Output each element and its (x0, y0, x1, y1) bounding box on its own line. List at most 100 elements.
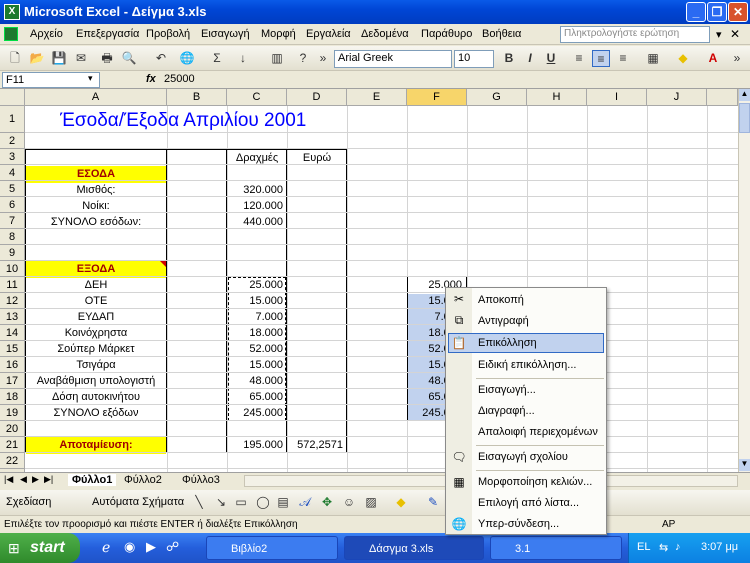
menu-data[interactable]: Δεδομένα (361, 28, 409, 40)
line-color-icon[interactable]: ✎ (424, 494, 442, 511)
help-icon[interactable]: ? (294, 50, 312, 67)
row-header[interactable]: 1 (0, 106, 25, 133)
row-header[interactable]: 15 (0, 341, 25, 357)
tab-sheet1[interactable]: Φύλλο1 (68, 474, 117, 486)
scroll-down-icon[interactable]: ▼ (739, 459, 750, 471)
messenger-icon[interactable]: ☍ (166, 539, 179, 555)
excel-icon[interactable]: X (4, 4, 20, 20)
context-copy[interactable]: Αντιγραφή (472, 311, 606, 332)
col-header-e[interactable]: E (347, 89, 407, 106)
doc-icon[interactable] (4, 27, 18, 41)
oval-icon[interactable]: ◯ (254, 494, 272, 511)
open-icon[interactable]: 📂 (28, 50, 46, 67)
new-icon[interactable]: 🗋 (6, 50, 24, 67)
picture-icon[interactable]: ▨ (362, 494, 380, 511)
row-header[interactable]: 11 (0, 277, 25, 293)
context-cut[interactable]: Αποκοπή (472, 290, 606, 311)
underline-button[interactable]: U (542, 50, 560, 67)
minimize-button[interactable]: _ (686, 2, 706, 22)
context-pick-from-list[interactable]: Επιλογή από λίστα... (472, 493, 606, 514)
tab-nav-prev-icon[interactable]: ◀ (20, 474, 27, 485)
tab-sheet2[interactable]: Φύλλο2 (124, 474, 162, 486)
overflow-icon-2[interactable]: » (728, 50, 746, 67)
worksheet-grid[interactable]: A B C D E F G H I J 1 Έσοδα/Έξοδα Απριλί… (0, 89, 738, 472)
autosum-icon[interactable]: Σ (208, 50, 226, 67)
tab-nav-last-icon[interactable]: ▶| (44, 474, 53, 485)
rectangle-icon[interactable]: ▭ (232, 494, 250, 511)
menu-file[interactable]: Αρχείο (30, 28, 63, 40)
task-folder[interactable]: 3.1 (490, 536, 622, 560)
vertical-scrollbar[interactable]: ▲ ▼ (738, 89, 750, 472)
row-header[interactable]: 8 (0, 229, 25, 245)
col-header-f[interactable]: F (407, 89, 467, 106)
draw-menu-button[interactable]: Σχεδίαση (6, 496, 51, 508)
col-header-i[interactable]: I (587, 89, 647, 106)
print-icon[interactable]: 🖶 (98, 50, 116, 67)
language-indicator[interactable]: EL (637, 541, 650, 553)
row-header[interactable]: 6 (0, 197, 25, 213)
sort-icon[interactable]: ↓ (234, 50, 252, 67)
col-header-b[interactable]: B (167, 89, 227, 106)
tab-sheet3[interactable]: Φύλλο3 (182, 474, 220, 486)
row-header[interactable]: 20 (0, 421, 25, 437)
italic-button[interactable]: I (521, 50, 539, 67)
sheet-title[interactable]: Έσοδα/Έξοδα Απριλίου 2001 (60, 110, 306, 132)
row-header[interactable]: 17 (0, 373, 25, 389)
fill-color-icon[interactable]: ◆ (674, 50, 692, 67)
media-player-icon[interactable]: ▶ (146, 539, 156, 555)
menu-format[interactable]: Μορφή (261, 28, 296, 40)
col-header-k[interactable] (707, 89, 738, 106)
context-insert-comment[interactable]: Εισαγωγή σχολίου (472, 447, 606, 468)
formula-input[interactable]: 25000 (164, 73, 195, 85)
hyperlink-icon[interactable]: 🌐 (178, 50, 196, 67)
arrow-icon[interactable]: ↘ (212, 494, 230, 511)
network-icon[interactable]: ⇆ (659, 541, 668, 554)
context-clear-contents[interactable]: Απαλοιφή περιεχομένων (472, 422, 606, 443)
menu-tools[interactable]: Εργαλεία (306, 28, 351, 40)
borders-icon[interactable]: ▦ (644, 50, 662, 67)
context-delete[interactable]: Διαγραφή... (472, 401, 606, 422)
outlook-icon[interactable]: ◉ (124, 539, 135, 555)
row-header[interactable]: 13 (0, 309, 25, 325)
context-hyperlink[interactable]: Υπερ-σύνδεση... (472, 514, 606, 535)
row-header[interactable]: 21 (0, 437, 25, 453)
font-color-icon[interactable]: A (704, 50, 722, 67)
preview-icon[interactable]: 🔍 (120, 50, 138, 67)
task-excel-doc[interactable]: Δάσγμα 3.xls (344, 536, 484, 560)
font-size-select[interactable]: 10 (454, 50, 494, 68)
clipart-icon[interactable]: ☺ (340, 494, 358, 511)
close-icon[interactable]: ✕ (730, 27, 740, 41)
undo-icon[interactable]: ↶ (152, 50, 170, 67)
menu-help[interactable]: Βοήθεια (482, 28, 521, 40)
autoshapes-button[interactable]: Αυτόματα Σχήματα (92, 496, 184, 508)
menu-view[interactable]: Προβολή (146, 28, 190, 40)
row-header[interactable]: 18 (0, 389, 25, 405)
align-right-icon[interactable]: ≡ (614, 50, 632, 67)
fx-icon[interactable]: fx (146, 73, 156, 85)
maximize-button[interactable]: ❐ (707, 2, 727, 22)
row-header[interactable]: 9 (0, 245, 25, 261)
menu-edit[interactable]: Επεξεργασία (76, 28, 139, 40)
row-header[interactable]: 22 (0, 453, 25, 469)
font-select[interactable]: Arial Greek (334, 50, 452, 68)
diagram-icon[interactable]: ✥ (318, 494, 336, 511)
row-header[interactable]: 7 (0, 213, 25, 229)
email-icon[interactable]: ✉ (72, 50, 90, 67)
context-paste[interactable]: Επικόλληση (472, 333, 606, 354)
context-insert[interactable]: Εισαγωγή... (472, 380, 606, 401)
col-header-h[interactable]: H (527, 89, 587, 106)
align-left-icon[interactable]: ≡ (570, 50, 588, 67)
task-book2[interactable]: Βιβλίο2 (206, 536, 338, 560)
row-header[interactable]: 19 (0, 405, 25, 421)
row-header[interactable]: 10 (0, 261, 25, 277)
wordart-icon[interactable]: 𝒜 (296, 494, 314, 511)
col-header-a[interactable]: A (25, 89, 167, 106)
row-header[interactable]: 2 (0, 133, 25, 149)
row-header[interactable]: 12 (0, 293, 25, 309)
help-search-input[interactable]: Πληκτρολογήστε ερώτηση (560, 26, 710, 43)
col-header-c[interactable]: C (227, 89, 287, 106)
chevron-down-icon[interactable]: ▾ (716, 28, 722, 41)
volume-icon[interactable]: ♪ (675, 541, 681, 553)
row-header[interactable]: 4 (0, 165, 25, 181)
fill-color-icon[interactable]: ◆ (392, 494, 410, 511)
